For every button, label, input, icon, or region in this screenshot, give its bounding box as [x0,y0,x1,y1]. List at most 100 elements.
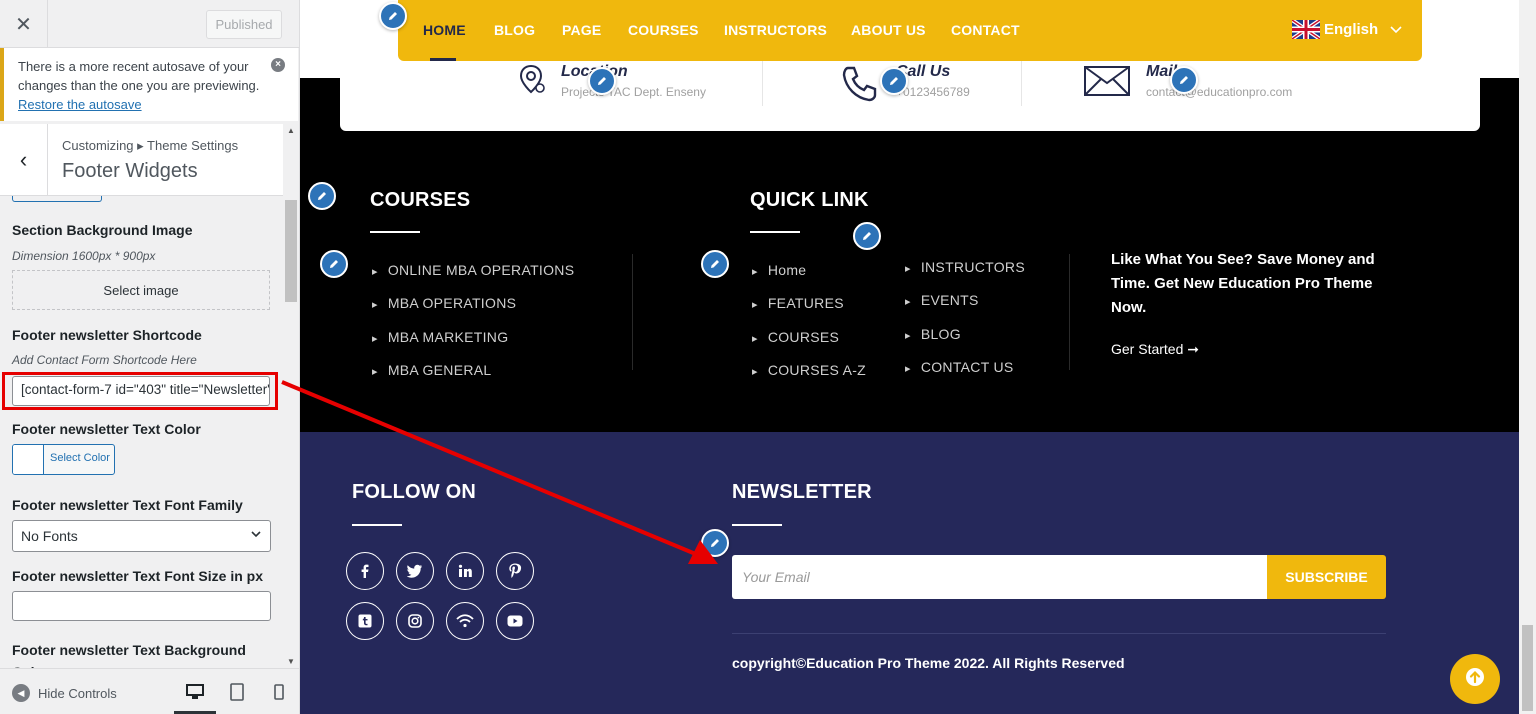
tumblr-icon[interactable] [346,602,384,640]
hide-controls-button[interactable]: ◀ Hide Controls [12,684,117,702]
facebook-icon[interactable] [346,552,384,590]
newsletter-email-input[interactable]: Your Email [732,555,1267,599]
heading-underline [352,524,402,526]
call-text: +0123456789 [896,85,970,99]
nav-courses[interactable]: COURSES [628,22,699,38]
section-title: Footer Widgets [62,160,198,182]
edit-pencil-icon[interactable] [308,182,336,210]
tablet-icon[interactable] [226,681,248,703]
shortcode-input[interactable]: [contact-form-7 id="403" title="Newslett… [12,376,270,406]
chevron-down-icon [250,528,262,543]
footer-course-link[interactable]: MBA OPERATIONS [372,295,516,311]
select-image-button[interactable]: Select image [12,270,270,310]
shortcode-desc: Add Contact Form Shortcode Here [12,353,197,367]
footer-course-link[interactable]: ONLINE MBA OPERATIONS [372,262,574,278]
text-color-label: Footer newsletter Text Color [12,421,201,437]
language-selector[interactable]: English [1292,20,1402,39]
scroll-down-icon[interactable]: ▼ [287,657,295,666]
select-color-button[interactable]: Select Color [12,444,115,475]
dismiss-icon[interactable]: × [271,58,285,72]
scroll-up-icon[interactable]: ▲ [287,126,295,135]
published-button[interactable]: Published [206,10,282,39]
main-navbar: HOME BLOG PAGE COURSES INSTRUCTORS ABOUT… [398,0,1422,61]
edit-pencil-icon[interactable] [588,67,616,95]
font-family-label: Footer newsletter Text Font Family [12,497,243,513]
nav-contact[interactable]: CONTACT [951,22,1020,38]
autosave-notice-text: There is a more recent autosave of your … [18,59,260,93]
edit-pencil-icon[interactable] [880,67,908,95]
courses-heading: COURSES [370,189,471,211]
footer-quick-link[interactable]: COURSES [752,329,839,345]
nav-home[interactable]: HOME [423,22,466,38]
nav-instructors[interactable]: INSTRUCTORS [724,22,827,38]
promo-text: Like What You See? Save Money and Time. … [1111,251,1375,316]
page-scroll-thumb[interactable] [1522,625,1533,711]
footer-divider [732,633,1386,634]
edit-pencil-icon[interactable] [1170,66,1198,94]
edit-pencil-icon[interactable] [379,2,407,30]
language-label: English [1324,21,1379,38]
rss-icon[interactable] [446,602,484,640]
back-to-top-button[interactable] [1450,654,1500,704]
edit-pencil-icon[interactable] [320,250,348,278]
footer-quick-link[interactable]: COURSES A-Z [752,362,866,378]
location-block: Location Projects TAC Dept. Enseny [561,63,706,99]
column-divider [1069,254,1070,370]
footer-course-link[interactable]: MBA GENERAL [372,362,492,378]
twitter-icon[interactable] [396,552,434,590]
back-chevron-icon[interactable]: ‹ [0,124,48,196]
font-size-input[interactable] [12,591,271,621]
get-started-link[interactable]: Ger Started ➞ [1111,341,1199,358]
footer-quick-link[interactable]: CONTACT US [905,359,1014,375]
footer-course-link[interactable]: MBA MARKETING [372,329,508,345]
footer-quick-link[interactable]: Home [752,262,806,278]
mail-icon [1084,66,1130,101]
footer-bottom: FOLLOW ON NEWSLETTER Your Email SUBSCRIB… [300,432,1519,714]
phone-icon [840,64,880,109]
chevron-down-icon [1390,21,1402,38]
divider [762,58,763,106]
location-icon [518,64,548,101]
mail-title: Mail [1146,63,1178,80]
divider [1021,58,1022,106]
column-divider [632,254,633,370]
nav-page[interactable]: PAGE [562,22,601,38]
nav-blog[interactable]: BLOG [494,22,535,38]
heading-underline [370,231,420,233]
edit-pencil-icon[interactable] [701,250,729,278]
previous-control-button[interactable] [12,196,102,202]
page-scrollbar[interactable] [1519,0,1536,714]
edit-pencil-icon[interactable] [701,529,729,557]
uk-flag-icon [1292,20,1320,39]
restore-autosave-link[interactable]: Restore the autosave [18,97,142,112]
edit-pencil-icon[interactable] [853,222,881,250]
footer-quick-link[interactable]: INSTRUCTORS [905,259,1025,275]
arrow-up-icon [1465,667,1485,692]
follow-on-heading: FOLLOW ON [352,481,476,503]
footer-quick-link[interactable]: FEATURES [752,295,844,311]
heading-underline [732,524,782,526]
close-icon[interactable]: ✕ [0,0,48,48]
location-text: Projects TAC Dept. Enseny [561,85,706,99]
sidebar-scrollbar[interactable]: ▲ ▼ [283,124,299,668]
instagram-icon[interactable] [396,602,434,640]
sidebar-scroll-thumb[interactable] [285,200,297,302]
customizer-sidebar: ✕ Published There is a more recent autos… [0,0,300,714]
autosave-notice: There is a more recent autosave of your … [0,48,298,121]
section-header: ‹ Customizing ▸ Theme Settings Footer Wi… [0,124,283,196]
font-family-select[interactable]: No Fonts [12,520,271,552]
font-family-value: No Fonts [21,528,78,544]
subscribe-button[interactable]: SUBSCRIBE [1267,555,1386,599]
footer-quick-link[interactable]: BLOG [905,326,961,342]
pinterest-icon[interactable] [496,552,534,590]
shortcode-label: Footer newsletter Shortcode [12,327,202,343]
nav-about-us[interactable]: ABOUT US [851,22,926,38]
copyright-text: copyright©Education Pro Theme 2022. All … [732,655,1125,671]
select-color-label: Select Color [50,452,110,464]
youtube-icon[interactable] [496,602,534,640]
mobile-icon[interactable] [268,681,290,703]
footer-quick-link[interactable]: EVENTS [905,292,979,308]
heading-underline [750,231,800,233]
linkedin-icon[interactable] [446,552,484,590]
desktop-icon[interactable] [184,681,206,703]
